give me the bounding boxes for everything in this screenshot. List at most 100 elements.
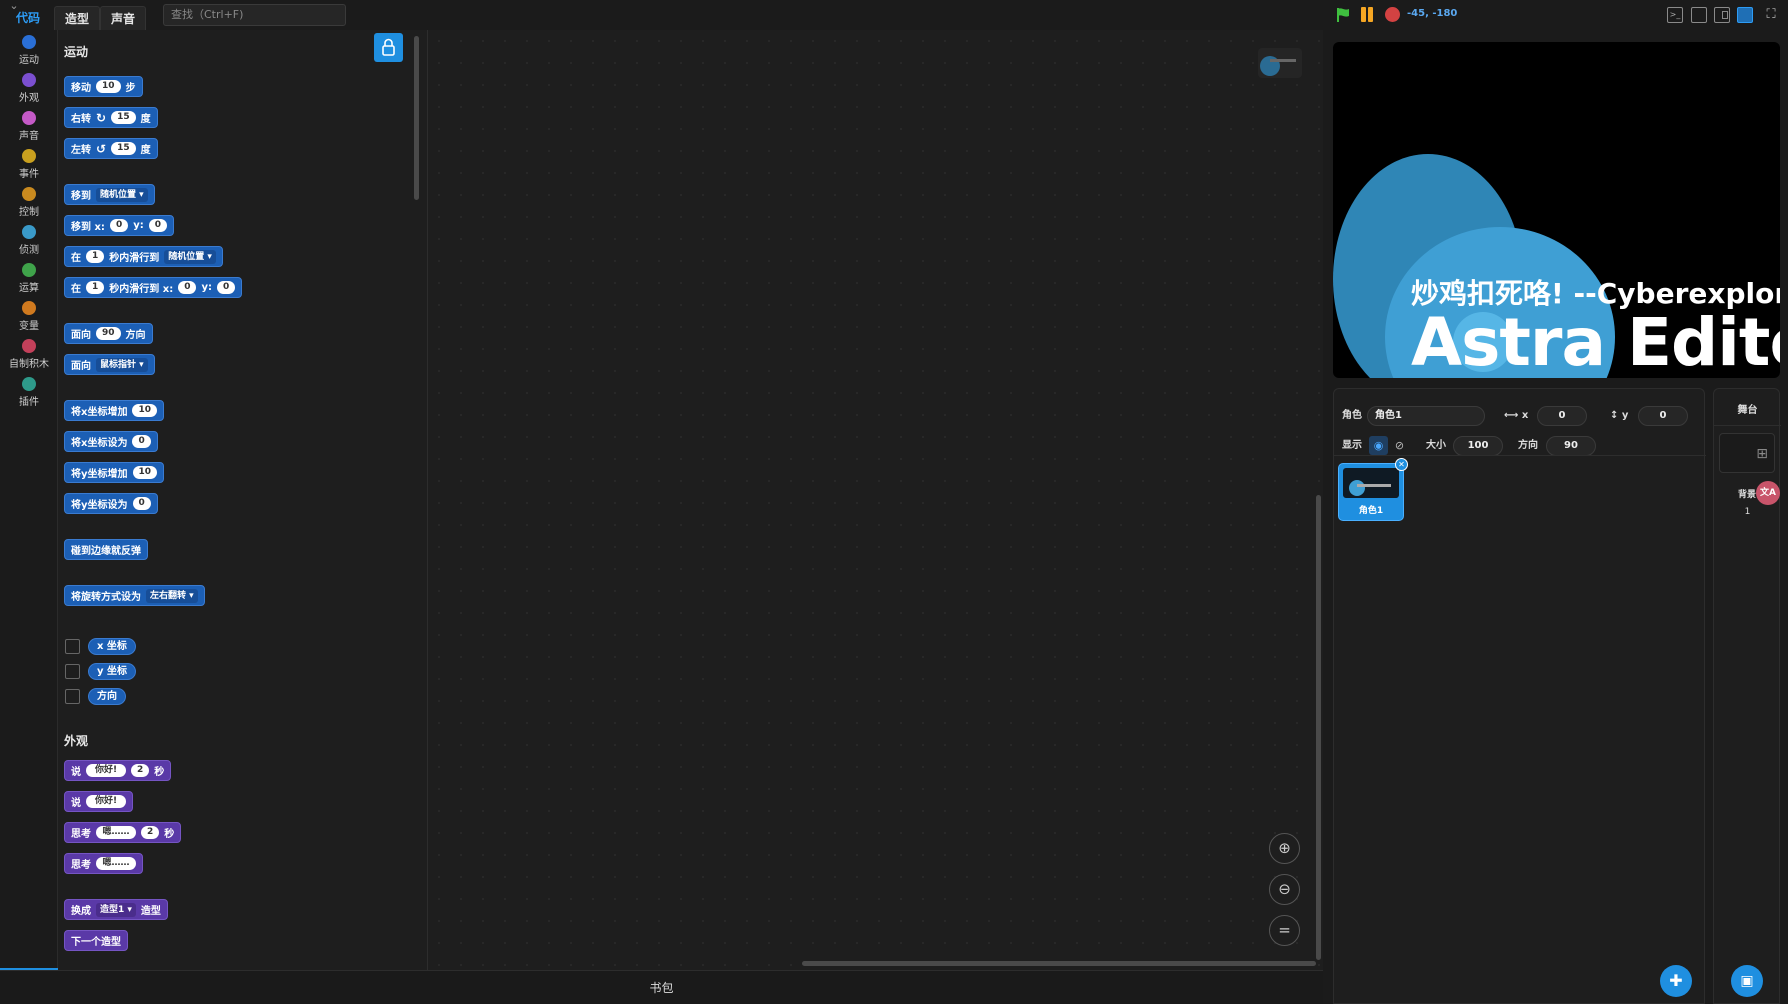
normal-stage-button[interactable] — [1714, 7, 1730, 23]
translate-button[interactable]: 文A — [1756, 481, 1780, 505]
category-my-blocks[interactable]: 自制积木 — [0, 339, 58, 370]
degrees-input[interactable]: 15 — [111, 142, 136, 155]
category-variables[interactable]: 变量 — [0, 301, 58, 332]
green-flag-button[interactable] — [1335, 7, 1351, 23]
say-text-input[interactable]: 你好! — [86, 764, 126, 777]
tab-code[interactable]: 代码 — [6, 6, 50, 30]
set-y-block[interactable]: 将y坐标设为 0 — [64, 493, 158, 514]
small-stage-button[interactable] — [1691, 7, 1707, 23]
console-toggle-button[interactable]: >_ — [1667, 7, 1683, 23]
move-steps-block[interactable]: 移动 10 步 — [64, 76, 143, 97]
search-input[interactable]: 查找（Ctrl+F) — [163, 4, 346, 26]
point-in-direction-block[interactable]: 面向 90 方向 — [64, 323, 153, 344]
category-extensions[interactable]: 插件 — [0, 377, 58, 408]
y-input[interactable]: 0 — [148, 219, 167, 232]
think-block[interactable]: 思考 嗯…… — [64, 853, 143, 874]
x-position-input[interactable]: 0 — [1537, 406, 1587, 426]
sprite-name-input[interactable]: 角色1 — [1367, 406, 1485, 426]
set-rotation-style-block[interactable]: 将旋转方式设为 左右翻转 ▾ — [64, 585, 205, 606]
tab-sounds[interactable]: 声音 — [100, 6, 147, 30]
x-input[interactable]: 0 — [178, 281, 197, 294]
palette-scrollbar[interactable] — [414, 36, 419, 200]
add-backdrop-button[interactable]: ▣ — [1731, 965, 1763, 997]
costume-dropdown[interactable]: 造型1 ▾ — [96, 902, 136, 917]
y-change-input[interactable]: 10 — [132, 466, 158, 479]
block-text: 左转 — [71, 145, 91, 156]
tab-costumes[interactable]: 造型 — [54, 6, 101, 30]
y-input[interactable]: 0 — [217, 281, 236, 294]
change-y-block[interactable]: 将y坐标增加 10 — [64, 462, 165, 483]
category-control[interactable]: 控制 — [0, 187, 58, 218]
large-stage-button[interactable] — [1737, 7, 1753, 23]
rotation-style-dropdown[interactable]: 左右翻转 ▾ — [146, 588, 198, 603]
pause-button[interactable] — [1359, 7, 1375, 23]
think-text-input[interactable]: 嗯…… — [96, 857, 136, 870]
zoom-in-button[interactable]: ⊕ — [1269, 833, 1300, 864]
direction-reporter[interactable]: 方向 — [88, 688, 126, 705]
show-sprite-button[interactable]: ◉ — [1369, 436, 1388, 455]
category-label: 插件 — [19, 397, 39, 408]
add-sprite-button[interactable]: ✚ — [1660, 965, 1692, 997]
say-block[interactable]: 说 你好! — [64, 791, 133, 812]
stage-canvas[interactable]: 炒鸡扣死咯! --Cyberexplorer Astra Editor — [1333, 42, 1780, 378]
sprite-card-selected[interactable]: 角色1 ✕ — [1338, 458, 1408, 521]
change-x-block[interactable]: 将x坐标增加 10 — [64, 400, 164, 421]
category-sound[interactable]: 声音 — [0, 111, 58, 142]
direction-monitor-checkbox[interactable] — [65, 689, 80, 704]
glide-target-dropdown[interactable]: 随机位置 ▾ — [164, 249, 216, 264]
lock-palette-button[interactable] — [374, 33, 403, 62]
seconds-input[interactable]: 2 — [131, 764, 150, 777]
goto-target-block[interactable]: 移到 随机位置 ▾ — [64, 184, 155, 205]
say-for-secs-block[interactable]: 说 你好! 2 秒 — [64, 760, 172, 781]
set-x-block[interactable]: 将x坐标设为 0 — [64, 431, 158, 452]
category-looks[interactable]: 外观 — [0, 73, 58, 104]
y-set-input[interactable]: 0 — [132, 497, 151, 510]
direction-input[interactable]: 90 — [96, 327, 121, 340]
point-towards-block[interactable]: 面向 鼠标指针 ▾ — [64, 354, 155, 375]
think-for-secs-block[interactable]: 思考 嗯…… 2 秒 — [64, 822, 182, 843]
fullscreen-button[interactable]: ⛶ — [1762, 6, 1780, 24]
y-position-reporter[interactable]: y 坐标 — [88, 663, 136, 680]
stage-title-text: Astra Editor — [1411, 304, 1780, 379]
stop-button[interactable] — [1385, 7, 1400, 22]
degrees-input[interactable]: 15 — [111, 111, 136, 124]
workspace-horizontal-scrollbar[interactable] — [802, 961, 1316, 966]
workspace-vertical-scrollbar[interactable] — [1316, 495, 1321, 960]
hide-sprite-button[interactable]: ⊘ — [1390, 436, 1409, 455]
category-operators[interactable]: 运算 — [0, 263, 58, 294]
direction-input[interactable]: 90 — [1546, 436, 1596, 456]
seconds-input[interactable]: 1 — [86, 281, 105, 294]
delete-sprite-button[interactable]: ✕ — [1395, 458, 1408, 471]
backdrop-thumbnail[interactable]: ⊞ — [1719, 433, 1775, 473]
say-text-input[interactable]: 你好! — [86, 795, 126, 808]
category-sensing[interactable]: 侦测 — [0, 225, 58, 256]
x-position-reporter[interactable]: x 坐标 — [88, 638, 136, 655]
x-change-input[interactable]: 10 — [132, 404, 157, 417]
y-position-monitor-checkbox[interactable] — [65, 664, 80, 679]
switch-costume-block[interactable]: 换成 造型1 ▾ 造型 — [64, 899, 168, 920]
glide-xy-block[interactable]: 在 1 秒内滑行到 x: 0 y: 0 — [64, 277, 243, 298]
y-position-input[interactable]: 0 — [1638, 406, 1688, 426]
point-towards-dropdown[interactable]: 鼠标指针 ▾ — [96, 357, 148, 372]
think-text-input[interactable]: 嗯…… — [96, 826, 136, 839]
steps-input[interactable]: 10 — [96, 80, 121, 93]
code-workspace[interactable]: ⊕ ⊖ = — [428, 30, 1323, 970]
seconds-input[interactable]: 2 — [141, 826, 160, 839]
turn-right-block[interactable]: 右转 ↻ 15 度 — [64, 107, 158, 128]
seconds-input[interactable]: 1 — [86, 250, 105, 263]
bounce-on-edge-block[interactable]: 碰到边缘就反弹 — [64, 539, 148, 560]
goto-target-dropdown[interactable]: 随机位置 ▾ — [96, 187, 148, 202]
turn-left-block[interactable]: 左转 ↺ 15 度 — [64, 138, 158, 159]
x-position-monitor-checkbox[interactable] — [65, 639, 80, 654]
x-set-input[interactable]: 0 — [132, 435, 151, 448]
zoom-reset-button[interactable]: = — [1269, 915, 1300, 946]
goto-xy-block[interactable]: 移到 x: 0 y: 0 — [64, 215, 174, 236]
x-input[interactable]: 0 — [109, 219, 129, 232]
size-input[interactable]: 100 — [1453, 436, 1503, 456]
backpack-bar[interactable]: 书包 — [0, 970, 1323, 1004]
category-events[interactable]: 事件 — [0, 149, 58, 180]
next-costume-block[interactable]: 下一个造型 — [64, 930, 128, 951]
category-motion[interactable]: 运动 — [0, 35, 58, 66]
zoom-out-button[interactable]: ⊖ — [1269, 874, 1300, 905]
glide-to-target-block[interactable]: 在 1 秒内滑行到 随机位置 ▾ — [64, 246, 223, 267]
